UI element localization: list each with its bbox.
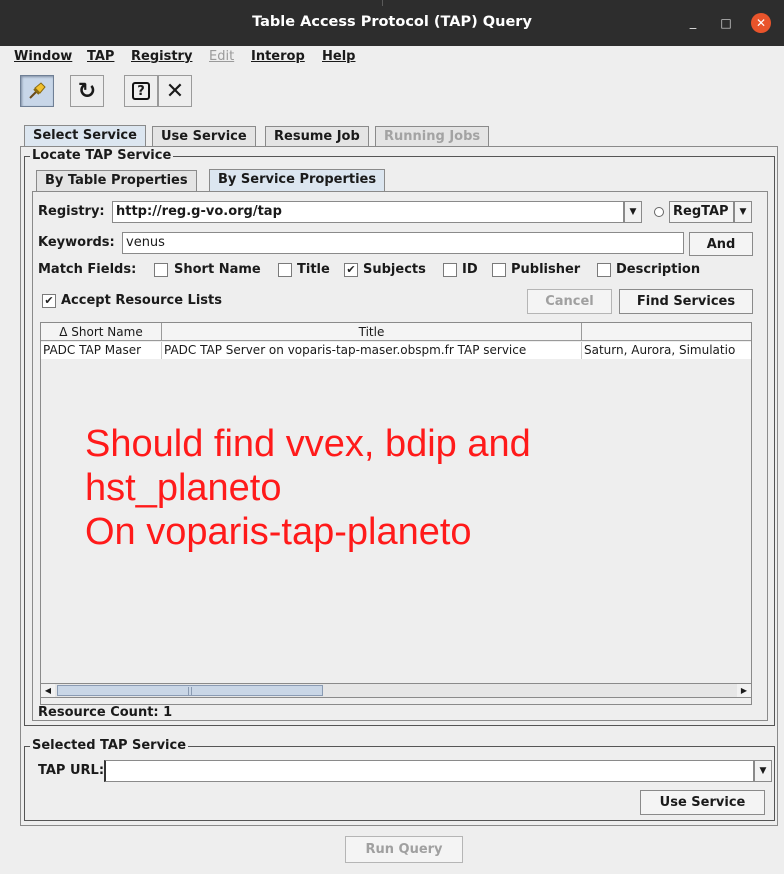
scroll-right-icon[interactable]: ▶: [737, 684, 751, 697]
close-window-button[interactable]: ✕: [751, 13, 771, 33]
keywords-label: Keywords:: [38, 235, 115, 250]
selected-service-title: Selected TAP Service: [30, 738, 189, 753]
tap-url-dropdown-arrow[interactable]: ▼: [754, 760, 772, 782]
table-header: Δ Short Name Title: [41, 323, 751, 341]
annotation-line-3: On voparis-tap-planeto: [85, 511, 472, 553]
window-title: Table Access Protocol (TAP) Query: [252, 14, 532, 30]
run-query-button: Run Query: [345, 836, 463, 863]
tap-url-input[interactable]: [104, 760, 754, 782]
short-name-checkbox[interactable]: [154, 263, 168, 277]
tap-url-label: TAP URL:: [38, 763, 105, 778]
protocol-combo[interactable]: RegTAP: [669, 201, 734, 223]
registry-radio-icon[interactable]: [654, 207, 664, 217]
title-checkbox[interactable]: [278, 263, 292, 277]
menu-window[interactable]: Window: [14, 49, 72, 64]
maximize-button[interactable]: □: [716, 13, 736, 33]
reload-button[interactable]: ↻: [70, 75, 104, 107]
cancel-button: Cancel: [527, 289, 612, 314]
menu-help[interactable]: Help: [322, 49, 355, 64]
registry-label: Registry:: [38, 204, 105, 219]
use-service-button[interactable]: Use Service: [640, 790, 765, 815]
table-row[interactable]: PADC TAP Maser PADC TAP Server on vopari…: [41, 342, 751, 359]
pin-icon: [29, 82, 46, 99]
tab-running-jobs: Running Jobs: [375, 126, 490, 147]
description-label: Description: [616, 262, 701, 277]
annotation-text: Should find vvex, bdip and hst_planeto O…: [85, 422, 531, 554]
close-tool-button[interactable]: ✕: [158, 75, 192, 107]
id-label: ID: [462, 262, 478, 277]
annotation-line-2: hst_planeto: [85, 467, 282, 509]
tab-resume-job[interactable]: Resume Job: [265, 126, 369, 147]
minimize-button[interactable]: _: [683, 13, 703, 33]
title-label: Title: [297, 262, 330, 277]
menu-tap[interactable]: TAP: [87, 49, 114, 64]
column-subjects[interactable]: [582, 323, 751, 341]
cell-subjects: Saturn, Aurora, Simulatio: [582, 342, 751, 359]
accept-resource-lists-label: Accept Resource Lists: [61, 293, 222, 308]
short-name-label: Short Name: [174, 262, 261, 277]
menu-bar: Window TAP Registry Edit Interop Help: [0, 46, 784, 68]
subjects-checkbox[interactable]: ✔: [344, 263, 358, 277]
title-tick: [382, 0, 383, 6]
close-icon: ✕: [165, 78, 185, 104]
column-short-name[interactable]: Δ Short Name: [41, 323, 162, 341]
registry-combo[interactable]: http://reg.g-vo.org/tap: [112, 201, 624, 223]
registry-dropdown-arrow[interactable]: ▼: [624, 201, 642, 223]
description-checkbox[interactable]: [597, 263, 611, 277]
publisher-label: Publisher: [511, 262, 581, 277]
title-bar: Table Access Protocol (TAP) Query _ □ ✕: [0, 0, 784, 46]
locate-service-title: Locate TAP Service: [30, 148, 174, 163]
match-fields-label: Match Fields:: [38, 262, 137, 277]
cell-short-name: PADC TAP Maser: [41, 342, 162, 359]
tab-select-service[interactable]: Select Service: [24, 125, 146, 147]
cell-title: PADC TAP Server on voparis-tap-maser.obs…: [162, 342, 582, 359]
horizontal-scrollbar[interactable]: ◀ || ▶: [40, 683, 752, 698]
tab-by-service-properties[interactable]: By Service Properties: [209, 169, 386, 191]
resource-count: Resource Count: 1: [38, 705, 173, 720]
reload-icon: ↻: [77, 78, 97, 104]
publisher-checkbox[interactable]: [492, 263, 506, 277]
accept-resource-lists-checkbox[interactable]: ✔: [42, 294, 56, 308]
id-checkbox[interactable]: [443, 263, 457, 277]
pin-button[interactable]: [20, 75, 54, 107]
annotation-line-1: Should find vvex, bdip and: [85, 423, 531, 465]
tab-by-table-properties[interactable]: By Table Properties: [36, 170, 197, 191]
help-icon: ?: [132, 82, 150, 100]
menu-edit: Edit: [209, 49, 235, 64]
column-title[interactable]: Title: [162, 323, 582, 341]
tab-use-service[interactable]: Use Service: [152, 126, 256, 147]
and-button[interactable]: And: [689, 232, 753, 256]
menu-registry[interactable]: Registry: [131, 49, 192, 64]
protocol-dropdown-arrow[interactable]: ▼: [734, 201, 752, 223]
keywords-input[interactable]: venus: [122, 232, 684, 254]
scroll-left-icon[interactable]: ◀: [41, 684, 55, 697]
scroll-thumb[interactable]: ||: [57, 685, 323, 696]
help-button[interactable]: ?: [124, 75, 158, 107]
subjects-label: Subjects: [363, 262, 426, 277]
menu-interop[interactable]: Interop: [251, 49, 305, 64]
find-services-button[interactable]: Find Services: [619, 289, 753, 314]
